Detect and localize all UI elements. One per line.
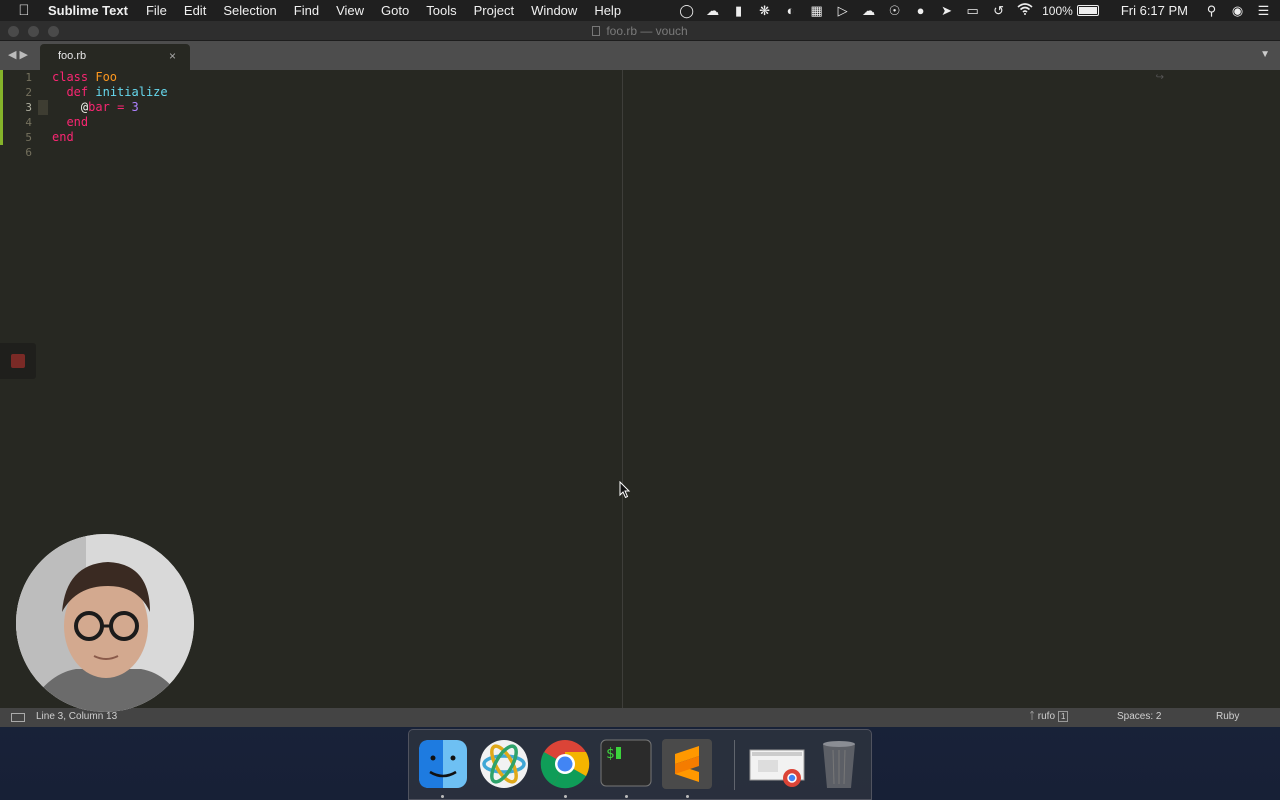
- atom-orbit-icon[interactable]: [478, 738, 530, 790]
- battery-icon[interactable]: [1076, 5, 1099, 16]
- finder-icon[interactable]: [417, 738, 469, 790]
- code-line: end: [52, 115, 168, 130]
- wifi-icon[interactable]: [1016, 3, 1033, 18]
- rocket-icon[interactable]: ➤: [938, 3, 955, 18]
- close-tab-icon[interactable]: ×: [169, 49, 176, 63]
- wrap-ruler: [622, 70, 623, 708]
- branch-icon: ᛏ: [1029, 711, 1035, 722]
- menu-help[interactable]: Help: [594, 3, 621, 18]
- formatter-status[interactable]: ᛏ rufo 1: [1029, 711, 1069, 722]
- status-bar: Line 3, Column 13 ᛏ rufo 1 Spaces: 2 Ruby: [0, 708, 1280, 727]
- document-icon: [592, 26, 601, 36]
- menu-app-name[interactable]: Sublime Text: [48, 3, 128, 18]
- airplay-icon[interactable]: ▭: [964, 3, 981, 18]
- stop-recording-icon[interactable]: [11, 354, 25, 368]
- window-title-text: foo.rb — vouch: [606, 24, 688, 38]
- token-keyword: def: [66, 85, 89, 99]
- menu-view[interactable]: View: [336, 3, 364, 18]
- line-number: 4: [25, 116, 32, 129]
- chrome-icon[interactable]: [539, 738, 591, 790]
- formatter-badge: 1: [1058, 711, 1069, 722]
- token-class-name: Foo: [95, 70, 118, 84]
- code-line: end: [52, 130, 168, 145]
- menu-edit[interactable]: Edit: [184, 3, 206, 18]
- token-number: 3: [131, 100, 139, 114]
- notification-center-icon[interactable]: ☰: [1255, 3, 1272, 18]
- elephant-icon[interactable]: ●: [912, 3, 929, 18]
- tab-dropdown-icon[interactable]: ▼: [1260, 49, 1270, 60]
- token-keyword: end: [52, 130, 74, 144]
- formatter-name: rufo: [1037, 711, 1056, 722]
- code-area[interactable]: class Foo def initialize @bar = 3 end en…: [52, 70, 168, 160]
- menubar-clock[interactable]: Fri 6:17 PM: [1121, 3, 1188, 18]
- token-method-name: initialize: [95, 85, 168, 99]
- tab-bar: ◀▶ foo.rb × ▼: [0, 41, 1280, 70]
- cloud-icon[interactable]: ☁: [860, 3, 877, 18]
- time-machine-icon[interactable]: ↺: [990, 3, 1007, 18]
- token-operator: =: [117, 100, 125, 114]
- code-line: class Foo: [52, 70, 168, 85]
- peacock-icon[interactable]: ❋: [756, 3, 773, 18]
- code-line-active: @bar = 3: [52, 100, 168, 115]
- code-line: def initialize: [52, 85, 168, 100]
- menu-project[interactable]: Project: [474, 3, 514, 18]
- half-circle-icon[interactable]: ◐: [782, 3, 799, 18]
- terminal-icon[interactable]: $: [600, 738, 652, 790]
- syntax-selector[interactable]: Ruby: [1216, 711, 1239, 722]
- sublime-text-icon[interactable]: [661, 738, 713, 790]
- token-keyword: end: [66, 115, 89, 129]
- onepassword-icon[interactable]: ☉: [886, 3, 903, 18]
- apple-menu-icon[interactable]: : [0, 2, 48, 19]
- tab-label: foo.rb: [58, 50, 87, 62]
- presenter-face-image: [16, 534, 194, 712]
- running-indicator: [625, 795, 628, 798]
- cursor-position[interactable]: Line 3, Column 13: [36, 711, 117, 722]
- video-icon[interactable]: ▷: [834, 3, 851, 18]
- recording-control[interactable]: [0, 343, 36, 379]
- menu-tools[interactable]: Tools: [426, 3, 456, 18]
- dock: $: [408, 729, 872, 800]
- minimap-indicator-icon: ↪: [1155, 72, 1164, 83]
- tab-nav-arrows-icon[interactable]: ◀▶: [8, 48, 31, 61]
- line-number-active: 3: [25, 101, 32, 114]
- menu-goto[interactable]: Goto: [381, 3, 409, 18]
- svg-text:$: $: [606, 746, 614, 762]
- creative-cloud-icon[interactable]: ◯: [678, 3, 695, 18]
- line-number: 5: [25, 131, 32, 144]
- window-titlebar[interactable]: foo.rb — vouch: [0, 21, 1280, 41]
- running-indicator: [564, 795, 567, 798]
- running-indicator: [441, 795, 444, 798]
- webcam-overlay: [16, 534, 194, 712]
- trash-icon[interactable]: [813, 738, 865, 790]
- menu-selection[interactable]: Selection: [223, 3, 276, 18]
- panel-toggle-icon[interactable]: [11, 713, 25, 722]
- tab-foo-rb[interactable]: foo.rb ×: [40, 44, 190, 70]
- running-indicator: [686, 795, 689, 798]
- bookmark-icon[interactable]: ▮: [730, 3, 747, 18]
- mouse-cursor-icon: [619, 481, 631, 499]
- siri-icon[interactable]: ◉: [1229, 3, 1246, 18]
- cloud-upload-icon[interactable]: ☁: [704, 3, 721, 18]
- menubar-status-area: ◯ ☁ ▮ ❋ ◐ ▦ ▷ ☁ ☉ ● ➤ ▭ ↺ 100% Fri 6:17 …: [669, 0, 1272, 21]
- indentation-setting[interactable]: Spaces: 2: [1117, 711, 1161, 722]
- token-instance-var: bar: [88, 100, 110, 114]
- menu-file[interactable]: File: [146, 3, 167, 18]
- menu-find[interactable]: Find: [294, 3, 319, 18]
- dock-separator: [734, 740, 735, 790]
- current-line-highlight: [38, 100, 48, 115]
- menu-window[interactable]: Window: [531, 3, 577, 18]
- battery-percent[interactable]: 100%: [1042, 4, 1073, 18]
- line-number: 6: [25, 146, 32, 159]
- line-number: 1: [25, 71, 32, 84]
- spotlight-search-icon[interactable]: ⚲: [1203, 3, 1220, 18]
- line-number: 2: [25, 86, 32, 99]
- window-title: foo.rb — vouch: [0, 24, 1280, 38]
- chrome-window-preview-icon[interactable]: [748, 738, 808, 790]
- token-keyword: class: [52, 70, 89, 84]
- menubar:  Sublime Text File Edit Selection Find …: [0, 0, 1280, 21]
- grid-icon[interactable]: ▦: [808, 3, 825, 18]
